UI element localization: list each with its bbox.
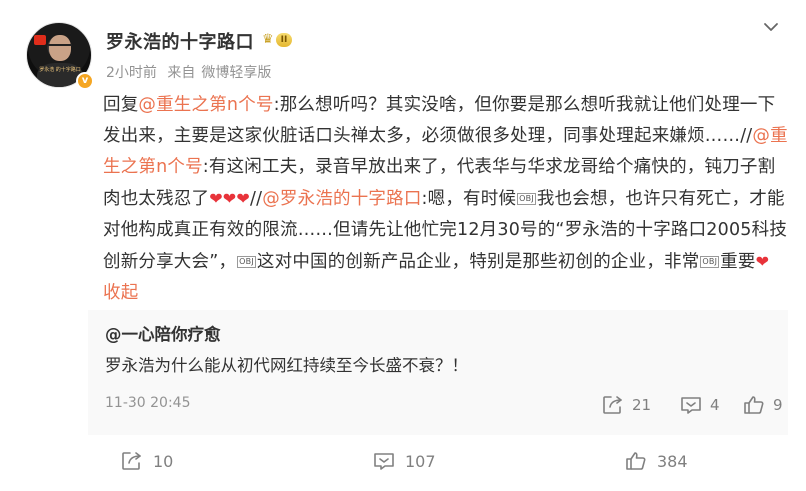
like-button[interactable]: 384 [625, 448, 688, 474]
like-icon [626, 452, 646, 470]
comment-reply-count: 4 [710, 396, 720, 414]
weibo-post-card: 罗永浩 的十字路口 v 罗永浩的十字路口 ♛ II 2小时前 来自 微博轻享版 回… [0, 0, 806, 491]
comment-icon [374, 453, 394, 470]
author-name[interactable]: 罗永浩的十字路口 [106, 28, 254, 54]
chevron-down-icon[interactable] [760, 16, 782, 38]
crown-icon: ♛ [262, 32, 274, 47]
repost-icon [603, 396, 622, 414]
comment-like-button[interactable]: 9 [743, 393, 783, 417]
comment-repost-count: 21 [632, 396, 652, 414]
content-text: 重要 [720, 252, 756, 272]
object-placeholder-glyph: OBJ [237, 256, 256, 268]
object-placeholder-glyph: OBJ [517, 193, 536, 205]
collapse-link[interactable]: 收起 [103, 283, 138, 303]
avatar-logo-mark [34, 35, 46, 45]
author-avatar[interactable]: 罗永浩 的十字路口 v [26, 22, 94, 90]
object-placeholder-glyph: OBJ [700, 256, 720, 268]
comment-author[interactable]: @一心陪你疗愈 [105, 321, 221, 345]
comment-button[interactable]: 107 [373, 448, 436, 474]
post-meta: 2小时前 来自 微博轻享版 [106, 62, 277, 82]
like-count: 384 [657, 451, 688, 471]
comment-count: 107 [405, 451, 436, 471]
heart-emoji: ❤❤❤ [209, 189, 251, 208]
avatar-glasses [48, 44, 72, 51]
repost-count: 10 [153, 451, 174, 471]
post-content: 回复@重生之第n个号:那么想听吗？其实没啥，但你要是那么想听我就让他们处理一下发… [103, 90, 788, 309]
mention-link[interactable]: @重生之第n个号 [138, 95, 273, 115]
like-icon [744, 396, 764, 414]
verified-icon: v [76, 72, 94, 90]
level-label: II [275, 33, 293, 47]
content-text: :嗯，有时候 [421, 189, 517, 209]
repost-icon [122, 452, 141, 470]
comment-reply-button[interactable]: 4 [680, 393, 720, 417]
post-time[interactable]: 2小时前 [106, 65, 157, 81]
comment-like-count: 9 [773, 396, 783, 414]
comment-repost-button[interactable]: 21 [602, 393, 651, 417]
content-text: // [250, 189, 263, 209]
level-badge[interactable]: ♛ II [262, 32, 306, 48]
comment-text: 罗永浩为什么能从初代网红持续至今长盛不衰？！ [105, 356, 468, 375]
reply-prefix: 回复 [103, 95, 139, 115]
heart-emoji: ❤ [755, 252, 770, 271]
featured-comment: @一心陪你疗愈 罗永浩为什么能从初代网红持续至今长盛不衰？！ 11-30 20:… [88, 310, 788, 435]
avatar-caption: 罗永浩 的十字路口 [39, 67, 81, 73]
comment-icon [681, 397, 701, 414]
post-source[interactable]: 微博轻享版 [201, 65, 271, 81]
content-text: 这对中国的创新产品企业，特别是那些初创的企业，非常 [256, 252, 700, 272]
comment-time: 11-30 20:45 [105, 395, 191, 411]
source-prefix: 来自 [167, 65, 196, 81]
mention-link[interactable]: @罗永浩的十字路口 [262, 189, 421, 209]
repost-button[interactable]: 10 [121, 448, 173, 474]
